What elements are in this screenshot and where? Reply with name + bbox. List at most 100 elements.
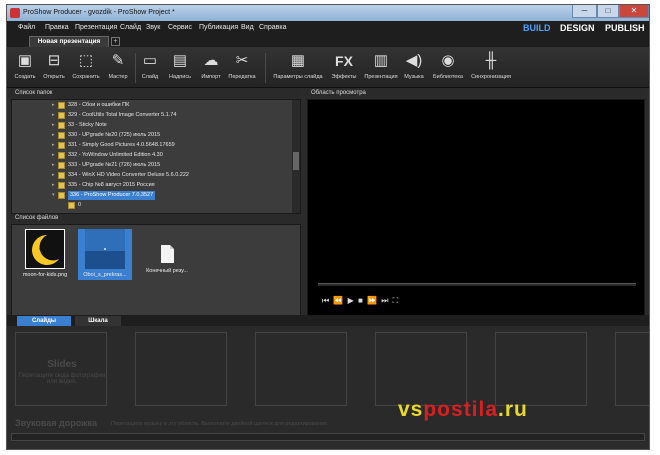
folder-icon xyxy=(58,102,65,109)
menu-edit[interactable]: Правка xyxy=(45,24,69,31)
slide-options-button[interactable]: ▦ Параметры слайда xyxy=(267,50,329,80)
sync-icon: ╫ xyxy=(485,52,497,69)
file-item-selected[interactable]: Oboi_s_prekras... xyxy=(78,229,132,280)
effects-label: Эффекты xyxy=(331,74,357,80)
menu-show[interactable]: Презентация xyxy=(75,24,117,31)
folder-label: 335 - Chip №8 август 2015 Россия xyxy=(68,182,155,188)
expand-arrow-icon[interactable]: ▸ xyxy=(52,121,55,130)
mode-design[interactable]: DESIGN xyxy=(560,23,595,33)
slide-slot[interactable] xyxy=(495,332,587,406)
close-button[interactable]: ✕ xyxy=(619,5,649,18)
transfer-button[interactable]: ✂ Передатка xyxy=(225,50,259,80)
open-label: Открыть xyxy=(43,74,65,80)
folder-icon xyxy=(58,162,65,169)
wizard-icon: ✎ xyxy=(111,52,125,69)
main-toolbar: ▣ Создать ⊟ Открыть ⬚ Сохранить ✎ Мастер ▭ Сл… xyxy=(7,47,649,88)
save-label: Сохранить xyxy=(72,74,100,80)
file-item[interactable]: Конечный резу... xyxy=(140,243,194,274)
show-options-button[interactable]: ▥ Презентация xyxy=(362,50,400,80)
moon-thumbnail xyxy=(25,229,65,269)
save-button[interactable]: ⬚ Сохранить xyxy=(69,50,103,80)
folder-tree[interactable]: ▸ 328 - Сбои и ошибки ПК ▸ 329 - CoolUtils… xyxy=(11,99,301,214)
folder-scrollbar[interactable] xyxy=(292,100,300,213)
expand-arrow-icon[interactable]: ▸ xyxy=(52,151,55,160)
fx-icon: FX xyxy=(335,53,353,69)
menu-file[interactable]: Файл xyxy=(18,24,35,31)
slide-list[interactable]: Slides Перетащите сюда фотографии или ви… xyxy=(7,326,649,414)
menu-bar: Файл Правка Презентация Слайд Звук Серви… xyxy=(7,21,649,35)
scroll-thumb[interactable] xyxy=(293,152,299,170)
folder-icon xyxy=(58,182,65,189)
menu-publish[interactable]: Публикация xyxy=(199,24,238,31)
music-button[interactable]: ◀) Музыка xyxy=(400,50,428,80)
menu-tools[interactable]: Сервис xyxy=(168,24,192,31)
collapse-arrow-icon[interactable]: ▾ xyxy=(52,191,55,200)
preview-area: ⏮ ⏪ ▶ ■ ⏩ ⏭ ⛶ xyxy=(307,99,645,316)
sync-button[interactable]: ╫ Синхронизация xyxy=(467,50,515,80)
sync-label: Синхронизация xyxy=(471,74,511,80)
library-label: Библиотека xyxy=(433,74,463,80)
watermark: vspostila.ru xyxy=(398,398,528,421)
file-label: moon-for-kids.png xyxy=(22,272,68,278)
tab-slides[interactable]: Слайды xyxy=(17,316,71,326)
expand-arrow-icon[interactable]: ▸ xyxy=(52,111,55,120)
slide-options-label: Параметры слайда xyxy=(273,74,323,80)
folder-label: 334 - WinX HD Video Converter Deluxe 5.6… xyxy=(68,172,189,178)
folder-icon xyxy=(58,122,65,129)
expand-arrow-icon[interactable]: ▸ xyxy=(52,141,55,150)
expand-arrow-icon[interactable]: ▸ xyxy=(52,131,55,140)
menu-slide[interactable]: Слайд xyxy=(120,24,141,31)
import-label: Импорт xyxy=(201,74,221,80)
music-icon: ◀) xyxy=(405,52,423,69)
folder-icon xyxy=(58,132,65,139)
toolbar-divider xyxy=(135,53,136,83)
slide-slot[interactable] xyxy=(255,332,347,406)
slide-slot[interactable] xyxy=(615,332,649,406)
library-button[interactable]: ◉ Библиотека xyxy=(430,50,466,80)
soundtrack-title: Звуковая дорожка xyxy=(15,418,97,428)
soundtrack-bar[interactable]: Звуковая дорожка Перетащите музыку в эту… xyxy=(7,414,649,432)
folder-label: 331 - Simply Good Pictures 4.0.5648.1765… xyxy=(68,142,175,148)
expand-arrow-icon[interactable]: ▸ xyxy=(52,161,55,170)
expand-arrow-icon[interactable]: ▸ xyxy=(52,181,55,190)
project-tab-row: Новая презентация + xyxy=(7,35,649,47)
maximize-button[interactable]: □ xyxy=(597,5,619,18)
folder-label: 328 - Сбои и ошибки ПК xyxy=(68,102,130,108)
caption-icon: ▤ xyxy=(172,52,188,69)
open-button[interactable]: ⊟ Открыть xyxy=(40,50,68,80)
menu-view[interactable]: Вид xyxy=(241,24,254,31)
new-button[interactable]: ▣ Создать xyxy=(11,50,39,80)
wallpaper-thumbnail xyxy=(85,229,125,269)
tab-new-show[interactable]: Новая презентация xyxy=(29,36,109,47)
caption-button[interactable]: ▤ Надпись xyxy=(166,50,194,80)
slides-title: Slides xyxy=(47,359,77,370)
slide-slot[interactable] xyxy=(135,332,227,406)
window-title: ProShow Producer - gvozdik - ProShow Pro… xyxy=(23,9,175,16)
effects-button[interactable]: FX Эффекты xyxy=(329,50,359,80)
preview-progress-bar[interactable] xyxy=(318,283,636,286)
folder-label: 33 - Sticky Note xyxy=(68,122,107,128)
expand-arrow-icon[interactable]: ▸ xyxy=(52,171,55,180)
folder-label: 332 - YoWindow Unlimited Edition 4.30 xyxy=(68,152,163,158)
horizontal-scrollbar[interactable] xyxy=(11,433,645,441)
title-bar: ProShow Producer - gvozdik - ProShow Pro… xyxy=(7,5,649,21)
slide-button[interactable]: ▭ Слайд xyxy=(138,50,162,80)
menu-audio[interactable]: Звук xyxy=(146,24,160,31)
effects-transfer-icon: ✂ xyxy=(235,52,249,69)
minimize-button[interactable]: ─ xyxy=(572,5,597,18)
add-tab-button[interactable]: + xyxy=(111,37,120,46)
slide-label: Слайд xyxy=(141,74,159,80)
menu-help[interactable]: Справка xyxy=(259,24,286,31)
import-button[interactable]: ☁ Импорт xyxy=(198,50,224,80)
slide-slot[interactable] xyxy=(375,332,467,406)
tab-timeline[interactable]: Шкала xyxy=(75,316,121,326)
expand-arrow-icon[interactable]: ▸ xyxy=(52,101,55,110)
mode-publish[interactable]: PUBLISH xyxy=(605,23,645,33)
file-list[interactable]: moon-for-kids.png Oboi_s_prekras... Коне… xyxy=(11,224,301,316)
file-list-header: Список файлов xyxy=(11,214,301,223)
mode-build[interactable]: BUILD xyxy=(523,23,551,33)
wizard-button[interactable]: ✎ Мастер xyxy=(104,50,132,80)
slide-placeholder[interactable]: Slides Перетащите сюда фотографии или ви… xyxy=(15,332,107,406)
file-item[interactable]: moon-for-kids.png xyxy=(18,229,72,278)
playback-controls[interactable]: ⏮ ⏪ ▶ ■ ⏩ ⏭ ⛶ xyxy=(322,296,399,306)
